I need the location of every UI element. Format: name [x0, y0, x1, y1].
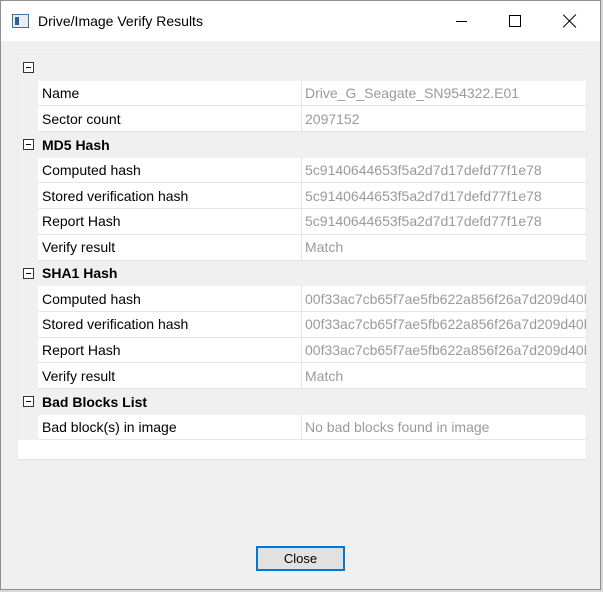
- category-row-general[interactable]: [18, 55, 586, 81]
- row-gutter: [18, 286, 38, 312]
- property-name: Verify result: [38, 363, 302, 389]
- property-name: Stored verification hash: [38, 311, 302, 338]
- row-gutter: [18, 311, 38, 338]
- collapse-minus-icon: [22, 139, 34, 151]
- window-title: Drive/Image Verify Results: [38, 13, 203, 29]
- collapse-toggle[interactable]: [18, 55, 38, 81]
- row-gutter: [18, 363, 38, 389]
- collapse-minus-icon: [22, 62, 34, 74]
- category-row-sha1[interactable]: SHA1 Hash: [18, 260, 586, 287]
- category-row-md5[interactable]: MD5 Hash: [18, 132, 586, 158]
- row-gutter: [18, 106, 38, 133]
- property-row[interactable]: Verify result Match: [18, 234, 586, 261]
- collapse-toggle[interactable]: [18, 389, 38, 415]
- property-value[interactable]: No bad blocks found in image: [302, 414, 586, 441]
- property-value[interactable]: 5c9140644653f5a2d7d17defd77f1e78: [302, 183, 586, 210]
- collapse-toggle[interactable]: [18, 132, 38, 158]
- category-label: Bad Blocks List: [42, 393, 148, 410]
- property-name: Report Hash: [38, 337, 302, 364]
- property-value[interactable]: 00f33ac7cb65f7ae5fb622a856f26a7d209d40b: [302, 337, 586, 364]
- property-row[interactable]: Bad block(s) in image No bad blocks foun…: [18, 414, 586, 441]
- property-row[interactable]: Computed hash 00f33ac7cb65f7ae5fb622a856…: [18, 286, 586, 312]
- collapse-minus-icon: [22, 267, 34, 279]
- maximize-icon: [509, 15, 521, 27]
- empty-grid-row: [18, 440, 586, 461]
- property-row[interactable]: Verify result Match: [18, 363, 586, 389]
- category-row-bad-blocks[interactable]: Bad Blocks List: [18, 388, 586, 415]
- property-value[interactable]: Match: [302, 234, 586, 261]
- property-name: Computed hash: [38, 157, 302, 184]
- row-gutter: [18, 157, 38, 184]
- property-value[interactable]: Drive_G_Seagate_SN954322.E01: [302, 80, 586, 107]
- row-gutter: [18, 209, 38, 235]
- property-name: Report Hash: [38, 209, 302, 235]
- property-row[interactable]: Stored verification hash 00f33ac7cb65f7a…: [18, 311, 586, 338]
- property-value[interactable]: Match: [302, 363, 586, 389]
- property-name: Name: [38, 80, 302, 107]
- property-name: Verify result: [38, 234, 302, 261]
- property-name: Bad block(s) in image: [38, 414, 302, 441]
- row-gutter: [18, 337, 38, 364]
- verify-results-dialog: Drive/Image Verify Results Name Drive_G_…: [0, 0, 601, 590]
- property-row[interactable]: Report Hash 00f33ac7cb65f7ae5fb622a856f2…: [18, 337, 586, 364]
- property-name: Computed hash: [38, 286, 302, 312]
- property-grid[interactable]: Name Drive_G_Seagate_SN954322.E01 Sector…: [17, 54, 587, 461]
- property-name: Sector count: [38, 106, 302, 133]
- property-value[interactable]: 00f33ac7cb65f7ae5fb622a856f26a7d209d40b: [302, 286, 586, 312]
- property-row[interactable]: Name Drive_G_Seagate_SN954322.E01: [18, 80, 586, 107]
- row-gutter: [18, 183, 38, 210]
- category-label: MD5 Hash: [42, 136, 110, 153]
- property-value[interactable]: 5c9140644653f5a2d7d17defd77f1e78: [302, 157, 586, 184]
- maximize-button[interactable]: [492, 1, 538, 41]
- close-window-button[interactable]: [547, 1, 593, 41]
- property-value[interactable]: 5c9140644653f5a2d7d17defd77f1e78: [302, 209, 586, 235]
- title-bar[interactable]: Drive/Image Verify Results: [1, 1, 600, 41]
- row-gutter: [18, 414, 38, 441]
- row-gutter: [18, 80, 38, 107]
- property-value[interactable]: 2097152: [302, 106, 586, 133]
- property-name: Stored verification hash: [38, 183, 302, 210]
- property-row[interactable]: Sector count 2097152: [18, 106, 586, 133]
- property-row[interactable]: Computed hash 5c9140644653f5a2d7d17defd7…: [18, 157, 586, 184]
- app-icon: [12, 14, 29, 28]
- collapse-minus-icon: [22, 396, 34, 408]
- close-icon: [563, 14, 577, 28]
- close-button[interactable]: Close: [256, 546, 345, 571]
- row-gutter: [18, 234, 38, 261]
- collapse-toggle[interactable]: [18, 261, 38, 287]
- property-value[interactable]: 00f33ac7cb65f7ae5fb622a856f26a7d209d40b: [302, 311, 586, 338]
- minimize-icon: [455, 20, 467, 22]
- category-label: [38, 55, 42, 81]
- category-label: SHA1 Hash: [42, 265, 118, 282]
- property-row[interactable]: Report Hash 5c9140644653f5a2d7d17defd77f…: [18, 209, 586, 235]
- property-row[interactable]: Stored verification hash 5c9140644653f5a…: [18, 183, 586, 210]
- minimize-button[interactable]: [438, 1, 484, 41]
